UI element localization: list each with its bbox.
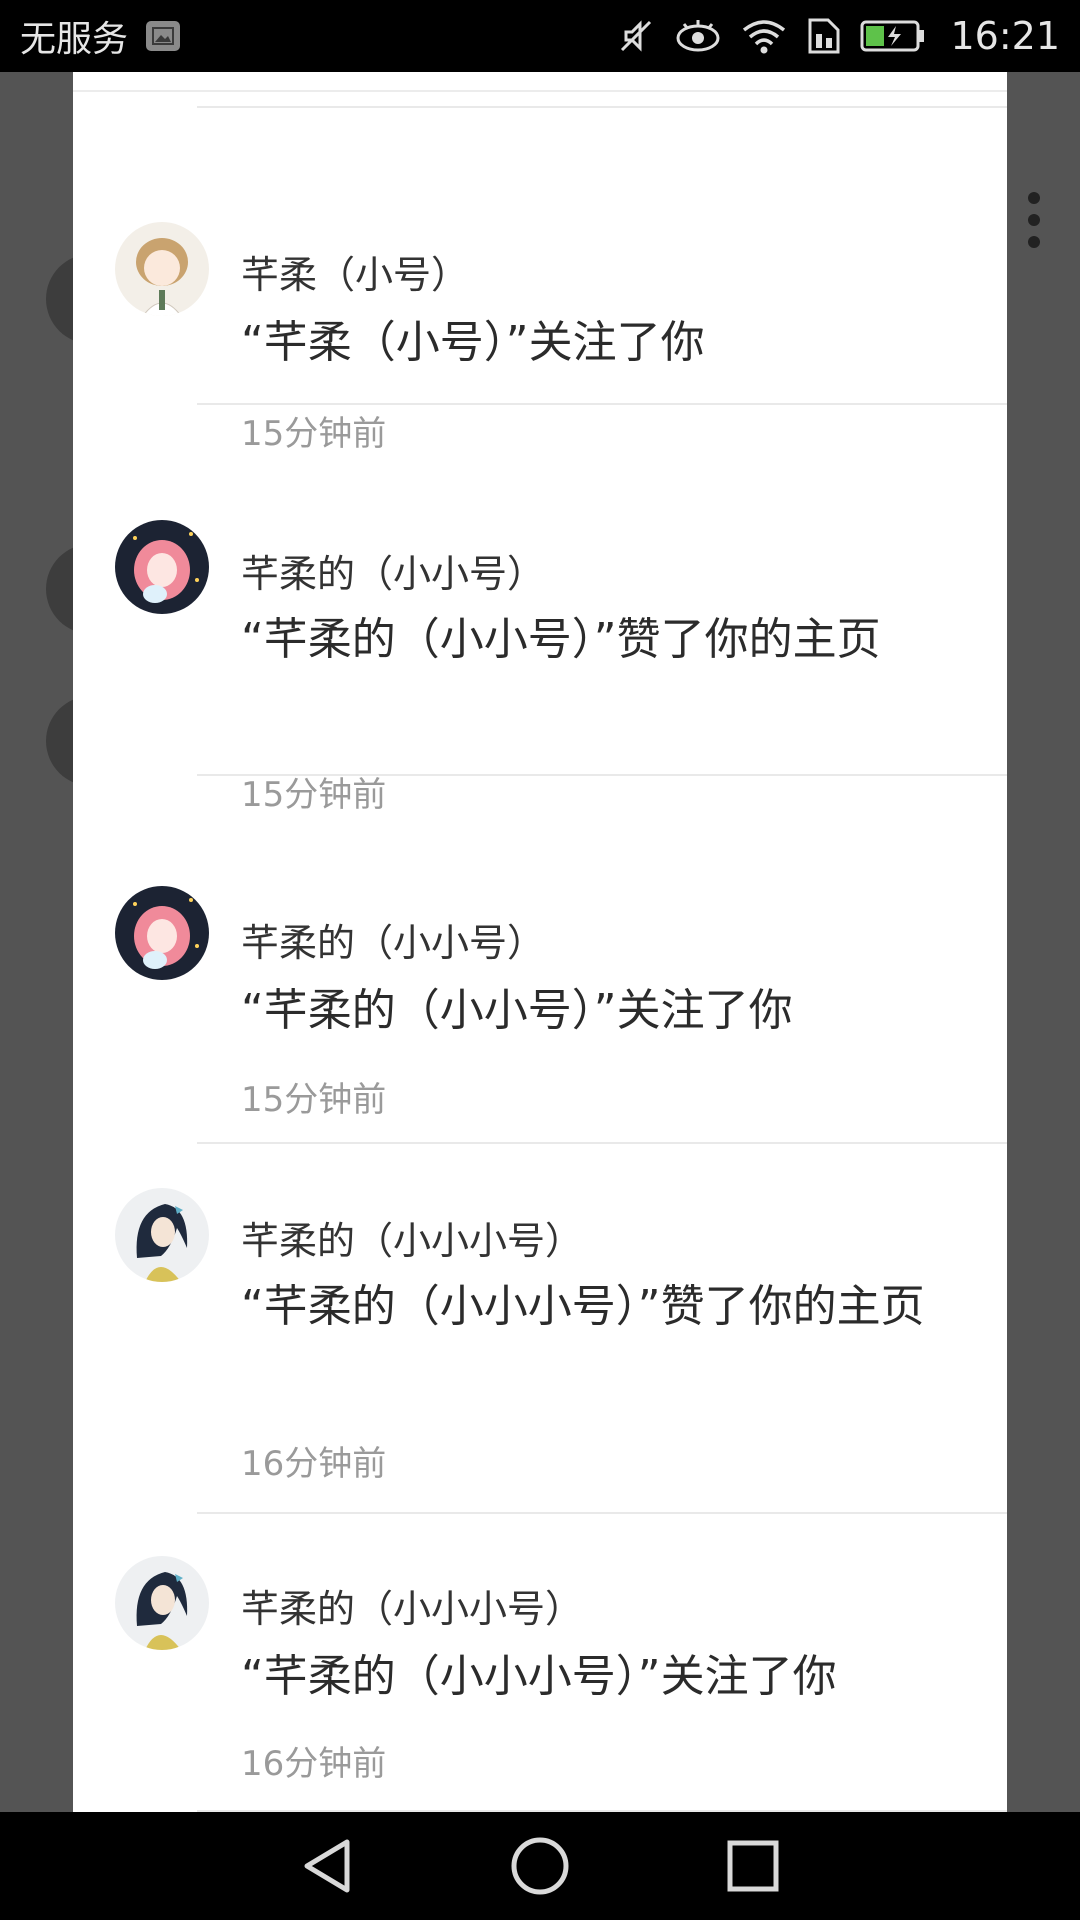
sender-name: 芊柔的（小小号） <box>241 552 546 596</box>
user-avatar[interactable] <box>115 886 209 980</box>
sender-name: 芊柔（小号） <box>241 253 470 297</box>
list-item[interactable]: 芊柔（小号） “芊柔（小号）”关注了你 15分钟前 <box>73 108 1007 454</box>
sender-name: 芊柔的（小小小号） <box>241 1219 584 1263</box>
sim-icon <box>806 16 842 56</box>
notification-sheet: 芊柔（小号） “芊柔（小号）”关注了你 15分钟前 芊柔的（小小号） “芊柔的（… <box>73 72 1007 1812</box>
list-item[interactable]: 芊柔的（小小小号） “芊柔的（小小小号）”关注了你 16分钟前 <box>73 1514 1007 1812</box>
divider <box>73 90 1007 92</box>
image-notification-icon <box>146 21 181 51</box>
navigation-bar <box>0 1812 1080 1920</box>
clock: 16:21 <box>950 14 1060 58</box>
user-avatar[interactable] <box>115 1188 209 1282</box>
notification-message: “芊柔的（小小号）”赞了你的主页 <box>241 614 881 665</box>
timestamp: 16分钟前 <box>241 1444 387 1484</box>
eye-icon <box>674 16 722 56</box>
home-icon[interactable] <box>500 1826 580 1906</box>
carrier-label: 无服务 <box>20 19 129 60</box>
notification-message: “芊柔的（小小小号）”赞了你的主页 <box>241 1281 925 1332</box>
user-avatar[interactable] <box>115 520 209 614</box>
more-menu-icon <box>1028 192 1040 248</box>
timestamp: 15分钟前 <box>241 1080 387 1120</box>
notification-message: “芊柔（小号）”关注了你 <box>241 317 705 368</box>
user-avatar[interactable] <box>115 1556 209 1650</box>
sender-name: 芊柔的（小小号） <box>241 921 546 965</box>
sender-name: 芊柔的（小小小号） <box>241 1587 584 1631</box>
timestamp: 16分钟前 <box>241 1744 387 1784</box>
user-avatar[interactable] <box>115 222 209 316</box>
list-item[interactable]: 芊柔的（小小小号） “芊柔的（小小小号）”赞了你的主页 16分钟前 <box>73 1144 1007 1512</box>
notification-message: “芊柔的（小小号）”关注了你 <box>241 985 793 1036</box>
status-bar: 无服务 16:21 <box>0 0 1080 72</box>
mute-icon <box>616 16 656 56</box>
battery-charging-icon <box>860 18 926 54</box>
wifi-icon <box>740 16 788 56</box>
list-item[interactable]: 芊柔的（小小号） “芊柔的（小小号）”关注了你 15分钟前 <box>73 776 1007 1120</box>
recents-icon[interactable] <box>713 1826 793 1906</box>
notification-message: “芊柔的（小小小号）”关注了你 <box>241 1651 837 1702</box>
list-item[interactable]: 芊柔的（小小号） “芊柔的（小小号）”赞了你的主页 15分钟前 <box>73 405 1007 815</box>
back-icon[interactable] <box>287 1826 367 1906</box>
